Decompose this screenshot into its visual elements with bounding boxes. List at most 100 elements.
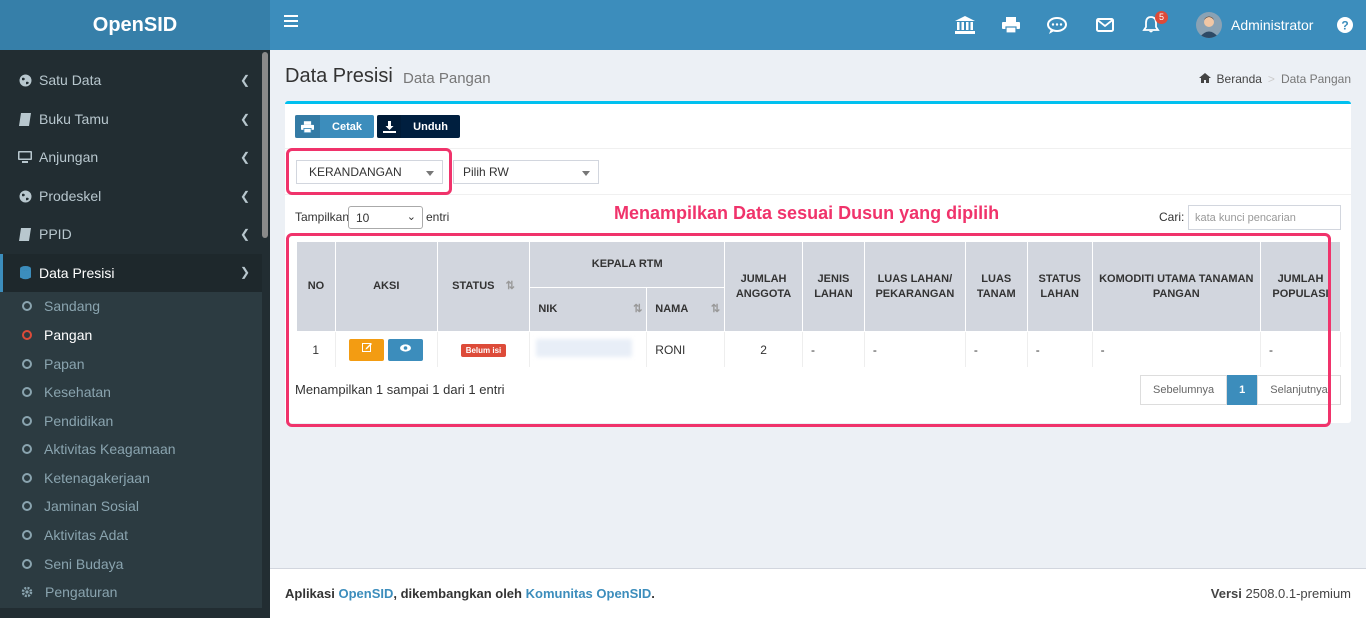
breadcrumb: Beranda > Data Pangan xyxy=(1198,72,1351,86)
submenu-label: Aktivitas Keagamaan xyxy=(44,441,176,457)
circle-icon xyxy=(22,387,32,397)
footer: Aplikasi OpenSID, dikembangkan oleh Komu… xyxy=(270,568,1366,618)
submenu-jaminan-sosial[interactable]: Jaminan Sosial xyxy=(0,492,262,520)
page-length-select[interactable]: 10 ⌄ xyxy=(348,206,423,229)
download-button[interactable]: Unduh xyxy=(377,115,460,138)
breadcrumb-home[interactable]: Beranda xyxy=(1217,72,1262,86)
download-icon xyxy=(377,115,402,138)
monitor-icon xyxy=(18,150,32,164)
circle-icon xyxy=(22,301,32,311)
submenu-label: Papan xyxy=(44,356,85,372)
submenu-label: Sandang xyxy=(44,298,101,314)
help-icon[interactable]: ? xyxy=(1334,15,1356,35)
gear-icon xyxy=(21,586,33,598)
print-button-label: Cetak xyxy=(332,120,362,133)
rw-select[interactable]: Pilih RW xyxy=(453,160,599,184)
sidebar-scrollbar[interactable] xyxy=(262,52,268,238)
sidebar-item-label: Anjungan xyxy=(39,149,99,165)
print-button[interactable]: Cetak xyxy=(295,115,374,138)
submenu-pangan[interactable]: Pangan xyxy=(0,321,262,349)
database-icon xyxy=(18,266,32,280)
envelope-icon[interactable] xyxy=(1094,15,1116,35)
chevron-left-icon: ❮ xyxy=(239,112,250,126)
circle-icon xyxy=(22,359,32,369)
globe-icon xyxy=(18,73,32,87)
sidebar-item-label: PPID xyxy=(39,226,72,242)
sidebar-item-data-presisi[interactable]: Data Presisi ❯ xyxy=(0,254,262,292)
footer-version: Versi 2508.0.1-premium xyxy=(1211,586,1351,601)
circle-icon xyxy=(22,473,32,483)
book-icon xyxy=(18,112,32,126)
rw-select-value: Pilih RW xyxy=(463,165,509,179)
breadcrumb-separator: > xyxy=(1267,72,1275,86)
page-title: Data Presisi xyxy=(285,65,393,87)
submenu-kesehatan[interactable]: Kesehatan xyxy=(0,378,262,406)
breadcrumb-current: Data Pangan xyxy=(1280,72,1351,86)
chevron-left-icon: ❮ xyxy=(239,189,250,203)
submenu-label: Aktivitas Adat xyxy=(44,527,129,543)
globe-icon xyxy=(18,189,32,203)
search-label: Cari: xyxy=(1159,210,1185,224)
dusun-highlight-box xyxy=(286,148,452,195)
search-placeholder: kata kunci pencarian xyxy=(1195,211,1296,224)
submenu-label: Ketenagakerjaan xyxy=(44,470,150,486)
brand-logo[interactable]: OpenSID xyxy=(0,0,270,50)
circle-icon xyxy=(22,530,32,540)
bell-icon[interactable]: 5 xyxy=(1140,11,1168,35)
printer-icon xyxy=(295,115,321,138)
version-value: 2508.0.1-premium xyxy=(1245,586,1352,601)
circle-icon xyxy=(22,501,32,511)
submenu-papan[interactable]: Papan xyxy=(0,350,262,378)
submenu-pengaturan[interactable]: Pengaturan xyxy=(0,578,262,606)
chat-icon[interactable] xyxy=(1046,15,1068,35)
circle-icon xyxy=(22,559,32,569)
sidebar-item-label: Prodeskel xyxy=(39,188,102,204)
submenu-sandang[interactable]: Sandang xyxy=(0,292,262,320)
submenu-label: Kesehatan xyxy=(44,384,111,400)
sidebar-item-label: Data Presisi xyxy=(39,265,115,281)
version-label: Versi xyxy=(1210,586,1242,601)
footer-community-link[interactable]: Komunitas OpenSID xyxy=(526,586,652,601)
chevron-left-icon: ❮ xyxy=(239,73,250,87)
submenu-aktivitas-keagamaan[interactable]: Aktivitas Keagamaan xyxy=(0,435,262,463)
sidebar-item-anjungan[interactable]: Anjungan ❮ xyxy=(0,138,262,176)
svg-text:?: ? xyxy=(1341,19,1348,33)
user-name[interactable]: Administrator xyxy=(1231,17,1313,33)
chevron-left-icon: ❮ xyxy=(239,150,250,164)
submenu-label: Pengaturan xyxy=(45,584,118,600)
submenu-seni-budaya[interactable]: Seni Budaya xyxy=(0,550,262,578)
footer-suffix: . xyxy=(651,586,655,601)
book-icon xyxy=(18,227,32,241)
submenu-aktivitas-adat[interactable]: Aktivitas Adat xyxy=(0,521,262,549)
sidebar-item-label: Buku Tamu xyxy=(39,111,109,127)
hamburger-menu-icon[interactable] xyxy=(284,15,298,29)
sidebar-item-buku-tamu[interactable]: Buku Tamu ❮ xyxy=(0,100,262,138)
sidebar-item-ppid[interactable]: PPID ❮ xyxy=(0,215,262,253)
submenu-label: Seni Budaya xyxy=(44,556,124,572)
circle-icon xyxy=(22,330,32,340)
sidebar-item-prodeskel[interactable]: Prodeskel ❮ xyxy=(0,177,262,215)
sidebar-item-satu-data[interactable]: Satu Data ❮ xyxy=(0,61,262,99)
circle-icon xyxy=(22,416,32,426)
submenu-pendidikan[interactable]: Pendidikan xyxy=(0,407,262,435)
footer-credits: Aplikasi OpenSID, dikembangkan oleh Komu… xyxy=(285,586,655,601)
top-navbar: 5 Administrator ? xyxy=(270,0,1366,50)
avatar[interactable] xyxy=(1196,12,1222,38)
table-highlight-box xyxy=(286,233,1331,427)
download-button-label: Unduh xyxy=(413,120,448,133)
bank-icon[interactable] xyxy=(954,15,976,35)
submenu-label: Pangan xyxy=(44,327,93,343)
notification-badge: 5 xyxy=(1155,11,1168,24)
footer-app-link[interactable]: OpenSID xyxy=(338,586,393,601)
page-subtitle: Data Pangan xyxy=(403,70,491,87)
chevron-down-icon: ⌄ xyxy=(406,211,416,223)
submenu-label: Jaminan Sosial xyxy=(44,498,139,514)
printer-icon[interactable] xyxy=(1000,15,1022,35)
chevron-down-icon: ❯ xyxy=(239,265,250,279)
footer-prefix: Aplikasi xyxy=(285,586,335,601)
home-icon xyxy=(1198,72,1211,86)
search-input[interactable]: kata kunci pencarian xyxy=(1188,205,1341,230)
footer-middle: , dikembangkan oleh xyxy=(393,586,522,601)
submenu-ketenagakerjaan[interactable]: Ketenagakerjaan xyxy=(0,464,262,492)
chevron-left-icon: ❮ xyxy=(239,227,250,241)
